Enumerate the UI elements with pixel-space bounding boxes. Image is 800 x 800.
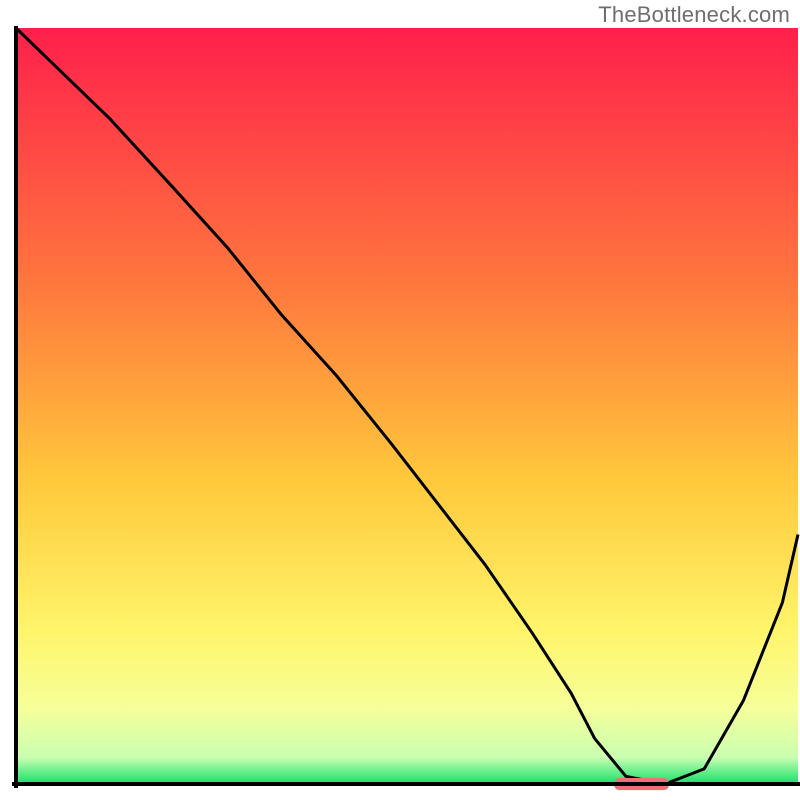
plot-area <box>16 28 798 784</box>
bottleneck-chart: TheBottleneck.com <box>0 0 800 800</box>
chart-svg <box>0 0 800 800</box>
watermark-text: TheBottleneck.com <box>598 2 790 28</box>
